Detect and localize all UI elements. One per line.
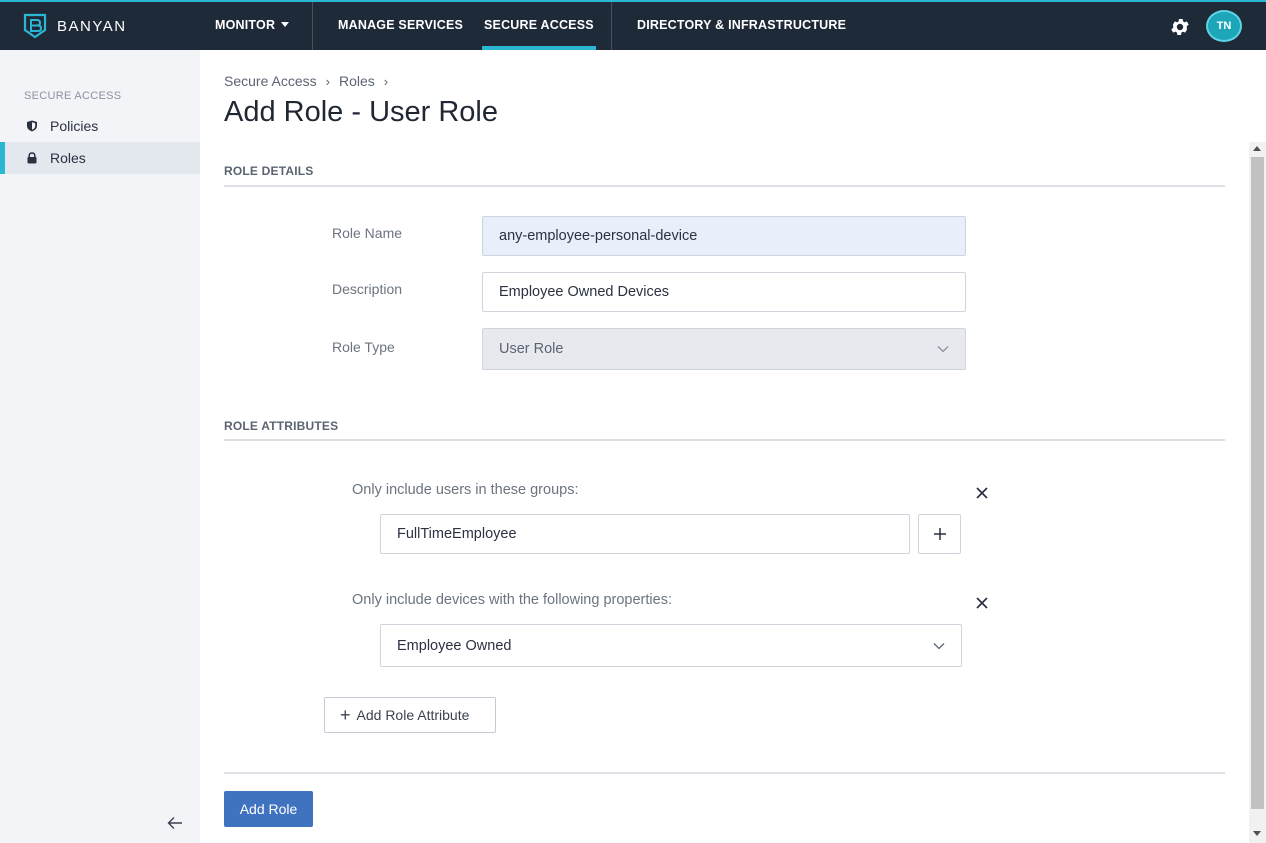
description-input[interactable]: Employee Owned Devices [482,272,966,312]
top-navigation-bar: BANYAN MONITOR MANAGE SERVICES SECURE AC… [0,0,1266,50]
close-icon[interactable] [975,486,989,500]
close-icon[interactable] [975,596,989,610]
device-properties-value: Employee Owned [397,637,512,654]
nav-secure-access[interactable]: SECURE ACCESS [482,2,596,50]
chevron-down-icon [933,642,945,649]
role-type-select: User Role [482,328,966,370]
active-tab-indicator [482,46,596,50]
breadcrumb: Secure Access › Roles › [224,73,397,89]
add-role-attribute-label: Add Role Attribute [356,707,470,723]
sidebar-item-label: Policies [50,118,99,134]
nav-divider [312,2,313,50]
section-divider [224,185,1225,187]
nav-manage-services[interactable]: MANAGE SERVICES [338,2,463,50]
sidebar: SECURE ACCESS Policies Roles [0,50,200,843]
chevron-right-icon: › [383,73,389,89]
brand-name: BANYAN [57,17,127,35]
device-properties-select[interactable]: Employee Owned [380,624,962,667]
sidebar-item-label: Roles [50,150,86,166]
sidebar-section-title: SECURE ACCESS [24,90,122,102]
add-role-attribute-button[interactable]: + Add Role Attribute [324,697,496,733]
nav-monitor[interactable]: MONITOR [215,2,290,50]
devices-attribute-label: Only include devices with the following … [352,592,672,608]
chevron-down-icon [937,346,949,353]
sidebar-item-policies[interactable]: Policies [0,110,200,142]
groups-input[interactable]: FullTimeEmployee [380,514,910,554]
add-group-button[interactable] [918,514,961,554]
section-divider [224,439,1225,441]
role-type-value: User Role [499,341,564,357]
add-role-button[interactable]: Add Role [224,791,313,827]
role-name-input[interactable]: any-employee-personal-device [482,216,966,256]
nav-monitor-label: MONITOR [215,18,276,32]
lock-icon [27,152,37,164]
sidebar-item-roles[interactable]: Roles [0,142,200,174]
arrow-left-icon[interactable] [166,814,184,832]
role-name-label: Role Name [332,225,403,241]
role-attributes-heading: ROLE ATTRIBUTES [224,419,339,433]
role-details-heading: ROLE DETAILS [224,164,314,178]
plus-icon [933,528,946,540]
breadcrumb-roles[interactable]: Roles [339,73,375,89]
shield-icon [27,120,37,132]
scrollbar-thumb[interactable] [1251,157,1264,809]
caret-down-icon [281,22,290,28]
banyan-logo-icon [23,13,47,39]
section-divider [224,772,1225,774]
breadcrumb-secure-access[interactable]: Secure Access [224,73,317,89]
role-type-label: Role Type [332,339,395,355]
nav-divider [611,2,612,50]
user-avatar[interactable]: TN [1206,10,1242,42]
active-item-indicator [0,142,5,174]
banyan-logo[interactable]: BANYAN [23,13,127,39]
gear-icon[interactable] [1169,16,1191,38]
page-title: Add Role - User Role [224,96,498,128]
chevron-right-icon: › [325,73,330,89]
scroll-down-icon[interactable] [1253,831,1261,836]
scroll-up-icon[interactable] [1253,146,1261,151]
groups-attribute-label: Only include users in these groups: [352,482,579,498]
plus-icon: + [340,705,351,725]
nav-directory-infrastructure[interactable]: DIRECTORY & INFRASTRUCTURE [637,2,846,50]
description-label: Description [332,281,403,297]
nav-secure-access-label: SECURE ACCESS [484,18,594,32]
